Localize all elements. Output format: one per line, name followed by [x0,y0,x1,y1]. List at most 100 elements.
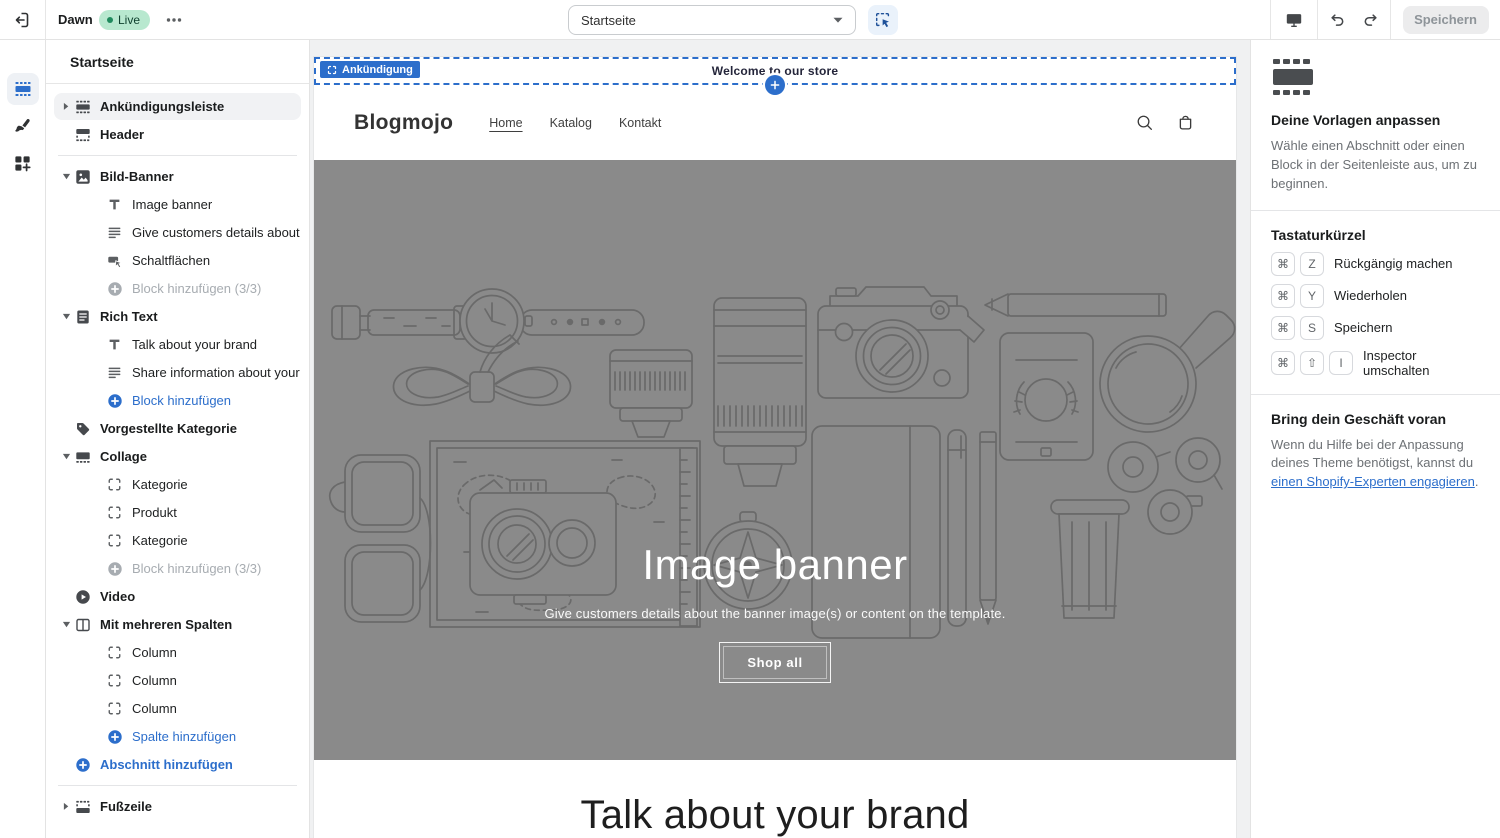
sidebar-item-label: Kategorie [132,477,188,492]
save-button[interactable]: Speichern [1403,6,1489,34]
store-logo[interactable]: Blogmojo [354,111,453,135]
sidebar-block-kategorie[interactable]: Kategorie [54,527,301,554]
topbar: Dawn Live Startseite Speichern [0,0,1500,40]
sidebar-item-label: Spalte hinzufügen [132,729,236,744]
nav-item-home[interactable]: Home [489,116,522,130]
undo-button[interactable] [1323,6,1351,34]
redo-button[interactable] [1357,6,1385,34]
sidebar-item-label: Block hinzufügen [132,393,231,408]
shortcut-label: Wiederholen [1334,288,1407,303]
kbd-key: ⌘ [1271,252,1295,276]
redo-icon [1362,11,1380,29]
store-header-section[interactable]: Blogmojo Home Katalog Kontakt [314,85,1236,160]
sidebar-item-label: Column [132,701,177,716]
sidebar-item-ankundigungsleiste[interactable]: Ankündigungsleiste [54,93,301,120]
sidebar-add-block-hinzufugen[interactable]: Block hinzufügen [54,387,301,414]
shortcut-row: ⌘ZRückgängig machen [1271,252,1480,276]
preview-area: Ankündigung Welcome to our store Blogmoj… [310,40,1250,838]
sidebar-item-vorgestellte-kategorie[interactable]: Vorgestellte Kategorie [54,415,301,442]
rich-text-section[interactable]: Talk about your brand [314,760,1236,838]
sidebar-item-collage[interactable]: Collage [54,443,301,470]
sidebar-block-talk-about-your-brand[interactable]: Talk about your brand [54,331,301,358]
sidebar-item-video[interactable]: Video [54,583,301,610]
image-banner-section[interactable]: Image banner Give customers details abou… [314,160,1236,760]
cart-button[interactable] [1174,112,1196,134]
exit-icon [13,10,33,30]
kbd-key: ⌘ [1271,284,1295,308]
save-group: Speichern [1390,0,1500,39]
sidebar-block-kategorie[interactable]: Kategorie [54,471,301,498]
chevron-down-icon[interactable] [58,173,74,180]
sidebar-item-label: Block hinzufügen (3/3) [132,561,261,576]
plus-circle-icon [74,756,91,773]
chevron-down-icon[interactable] [58,453,74,460]
sidebar-item-label: Block hinzufügen (3/3) [132,281,261,296]
sidebar-item-label: Schaltflächen [132,253,210,268]
theme-editor: Dawn Live Startseite Speichern Startseit… [0,0,1500,838]
sidebar-block-give-customers-details-about[interactable]: Give customers details about ... [54,219,301,246]
page-selector-dropdown[interactable]: Startseite [568,5,856,35]
add-section-plus-button[interactable] [765,75,785,95]
sidebar-block-column[interactable]: Column [54,695,301,722]
announcement-selection-chip[interactable]: Ankündigung [320,61,420,78]
section-placeholder-icon [1271,57,1480,97]
search-icon [1135,113,1154,132]
rich-text-heading: Talk about your brand [314,793,1236,838]
sidebar-add-block-hinzufugen-3-3[interactable]: Block hinzufügen (3/3) [54,275,301,302]
announcement-bar-section[interactable]: Ankündigung Welcome to our store [314,57,1236,85]
video-icon [74,588,91,605]
search-button[interactable] [1133,112,1155,134]
rail-item-app-embeds[interactable] [7,147,39,179]
chevron-right-icon[interactable] [58,102,74,111]
hire-expert-link[interactable]: einen Shopify-Experten engagieren [1271,474,1475,489]
sidebar-item-bild-banner[interactable]: Bild-Banner [54,163,301,190]
image-banner-icon [74,168,91,185]
shop-all-button[interactable]: Shop all [719,642,830,683]
sidebar-item-label: Mit mehreren Spalten [100,617,232,632]
sidebar-block-produkt[interactable]: Produkt [54,499,301,526]
rail-item-theme-settings[interactable] [7,110,39,142]
shortcut-label: Inspector umschalten [1363,348,1480,378]
more-actions-button[interactable] [160,8,188,32]
sidebar-title: Startseite [46,40,309,84]
chevron-down-icon[interactable] [58,313,74,320]
banner-content: Image banner Give customers details abou… [314,541,1236,683]
inspector-panel: Deine Vorlagen anpassen Wähle einen Absc… [1250,40,1500,838]
exit-editor-button[interactable] [0,0,46,39]
chevron-right-icon[interactable] [58,802,74,811]
sidebar-divider [58,155,297,156]
sidebar-item-fusszeile[interactable]: Fußzeile [54,793,301,820]
nav-item-katalog[interactable]: Katalog [550,116,592,130]
brackets-icon [106,504,123,521]
sidebar-item-rich-text[interactable]: Rich Text [54,303,301,330]
sidebar-block-column[interactable]: Column [54,667,301,694]
sidebar-block-image-banner[interactable]: Image banner [54,191,301,218]
store-header-icons [1133,112,1196,134]
sidebar-block-share-information-about-your[interactable]: Share information about your ... [54,359,301,386]
panel-heading: Deine Vorlagen anpassen [1271,112,1480,128]
sidebar-add-spalte-hinzufugen[interactable]: Spalte hinzufügen [54,723,301,750]
kbd-key: ⌘ [1271,351,1295,375]
sidebar-item-label: Produkt [132,505,177,520]
sidebar-block-schaltflachen[interactable]: Schaltflächen [54,247,301,274]
multicolumn-icon [74,616,91,633]
header-icon [74,126,91,143]
sidebar-block-column[interactable]: Column [54,639,301,666]
rail-item-sections[interactable] [7,73,39,105]
text-t-icon [106,196,123,213]
nav-item-kontakt[interactable]: Kontakt [619,116,661,130]
monitor-icon [1285,11,1303,29]
sidebar-add-abschnitt-hinzufugen[interactable]: Abschnitt hinzufügen [54,751,301,778]
desktop-preview-button[interactable] [1280,6,1308,34]
brackets-icon [106,700,123,717]
kbd-key: S [1300,316,1324,340]
history-group [1317,0,1390,39]
plus-circle-icon [106,280,123,297]
sidebar-add-block-hinzufugen-3-3[interactable]: Block hinzufügen (3/3) [54,555,301,582]
chevron-down-icon[interactable] [58,621,74,628]
inspector-toggle-button[interactable] [868,5,898,35]
sidebar-item-header[interactable]: Header [54,121,301,148]
sidebar-item-label: Share information about your ... [132,365,301,380]
cart-icon [1176,113,1195,132]
sidebar-item-mit-mehreren-spalten[interactable]: Mit mehreren Spalten [54,611,301,638]
